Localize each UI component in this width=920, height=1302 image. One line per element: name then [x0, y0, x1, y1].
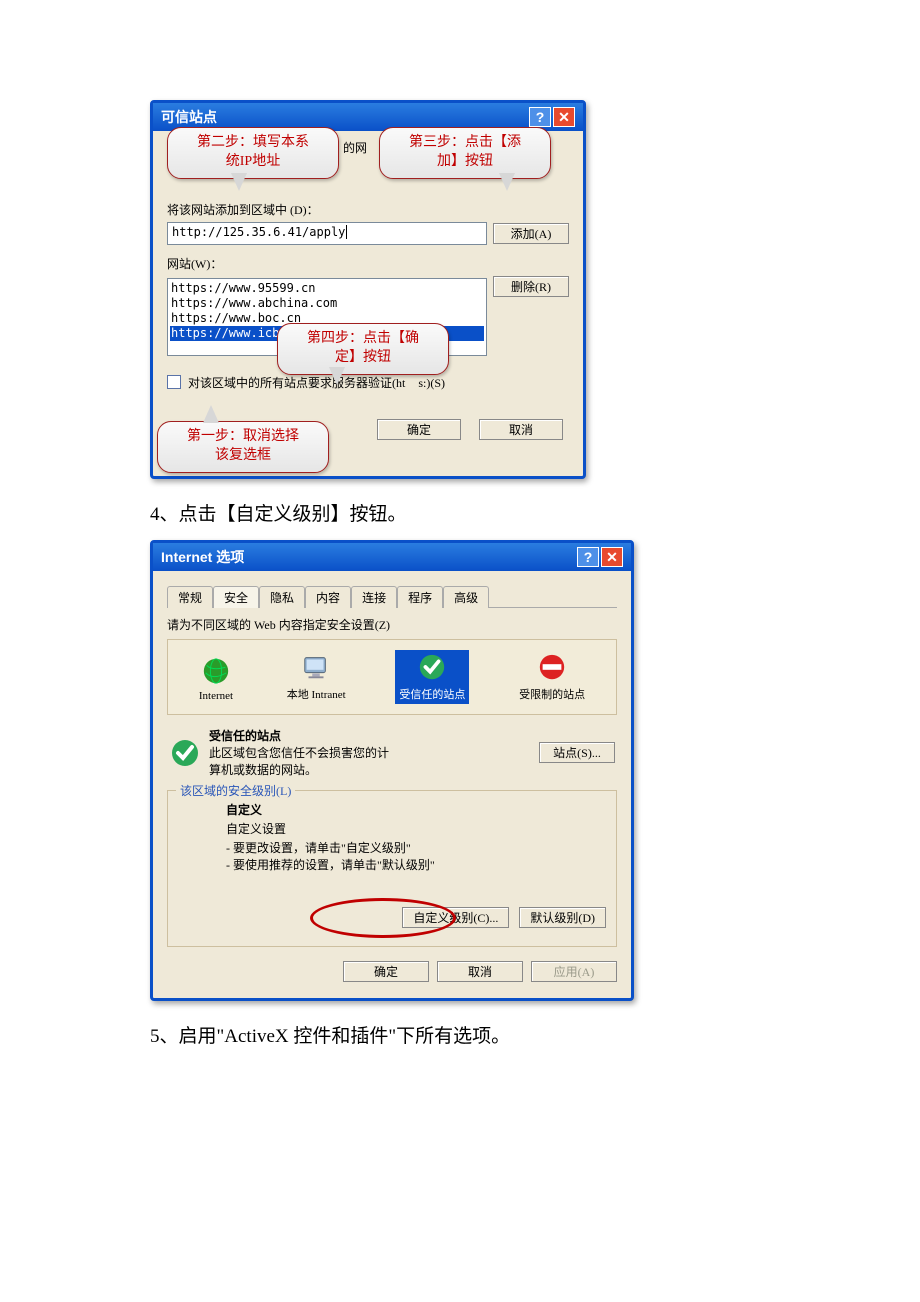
- zone-trusted-sites[interactable]: 受信任的站点: [395, 650, 469, 704]
- sites-button[interactable]: 站点(S)...: [539, 742, 615, 763]
- tab-programs[interactable]: 程序: [397, 586, 443, 608]
- close-icon[interactable]: ✕: [553, 107, 575, 127]
- block-icon: [537, 652, 567, 682]
- security-level-legend: 该区域的安全级别(L): [176, 782, 295, 799]
- globe-icon: [201, 656, 231, 686]
- custom-level-button[interactable]: 自定义级别(C)...: [402, 907, 509, 928]
- partial-text: 的网: [343, 139, 367, 156]
- apply-button[interactable]: 应用(A): [531, 961, 617, 982]
- close-icon[interactable]: ✕: [601, 547, 623, 567]
- tab-connections[interactable]: 连接: [351, 586, 397, 608]
- help-icon[interactable]: ?: [529, 107, 551, 127]
- doc-step-4: 4、点击【自定义级别】按钮。: [150, 499, 770, 526]
- require-https-label: 对该区域中的所有站点要求服务器验证(ht: [188, 376, 405, 390]
- cancel-button[interactable]: 取消: [437, 961, 523, 982]
- zones-hint: 请为不同区域的 Web 内容指定安全设置(Z): [167, 616, 617, 633]
- tab-security[interactable]: 安全: [213, 586, 259, 608]
- callout-step1: 第一步：取消选择该复选框: [157, 421, 329, 473]
- dialog-title: 可信站点: [161, 107, 217, 127]
- callout-step2: 第二步：填写本系统IP地址: [167, 127, 339, 179]
- tab-content[interactable]: 内容: [305, 586, 351, 608]
- cancel-button[interactable]: 取消: [479, 419, 563, 440]
- tab-privacy[interactable]: 隐私: [259, 586, 305, 608]
- doc-step-5: 5、启用"ActiveX 控件和插件"下所有选项。: [150, 1021, 770, 1048]
- titlebar[interactable]: Internet 选项 ? ✕: [153, 543, 631, 571]
- tabbar: 常规 安全 隐私 内容 连接 程序 高级: [167, 585, 617, 608]
- ok-button[interactable]: 确定: [377, 419, 461, 440]
- sites-label: 网站(W)：: [167, 255, 569, 272]
- help-icon[interactable]: ?: [577, 547, 599, 567]
- url-input[interactable]: http://125.35.6.41/apply: [167, 222, 487, 245]
- require-https-checkbox[interactable]: [167, 375, 181, 389]
- trusted-sites-dialog: 可信站点 ? ✕ 第二步：填写本系统IP地址 的网 第三步：点击【添加】按钮 将…: [150, 100, 586, 479]
- security-level-group: 该区域的安全级别(L) 自定义 自定义设置 - 要更改设置，请单击"自定义级别"…: [167, 790, 617, 947]
- internet-options-dialog: Internet 选项 ? ✕ 常规 安全 隐私 内容 连接 程序 高级 请为不…: [150, 540, 634, 1001]
- dialog-title: Internet 选项: [161, 547, 244, 567]
- ok-button[interactable]: 确定: [343, 961, 429, 982]
- default-level-button[interactable]: 默认级别(D): [519, 907, 606, 928]
- callout-step4: 第四步：点击【确定】按钮: [277, 323, 449, 375]
- callout-step3: 第三步：点击【添加】按钮: [379, 127, 551, 179]
- tab-general[interactable]: 常规: [167, 586, 213, 608]
- check-circle-icon: [417, 652, 447, 682]
- monitor-icon: [301, 652, 331, 682]
- tab-advanced[interactable]: 高级: [443, 586, 489, 608]
- zone-restricted-sites[interactable]: 受限制的站点: [515, 650, 589, 704]
- zones-panel: Internet 本地 Intranet 受信任的站点 受限制的站点: [167, 639, 617, 715]
- trusted-head: 受信任的站点: [209, 727, 531, 744]
- add-to-zone-label: 将该网站添加到区域中 (D)：: [167, 201, 569, 218]
- add-button[interactable]: 添加(A): [493, 223, 569, 244]
- delete-button[interactable]: 删除(R): [493, 276, 569, 297]
- zone-internet[interactable]: Internet: [195, 654, 237, 704]
- check-circle-icon: [169, 737, 201, 769]
- zone-local-intranet[interactable]: 本地 Intranet: [283, 650, 350, 704]
